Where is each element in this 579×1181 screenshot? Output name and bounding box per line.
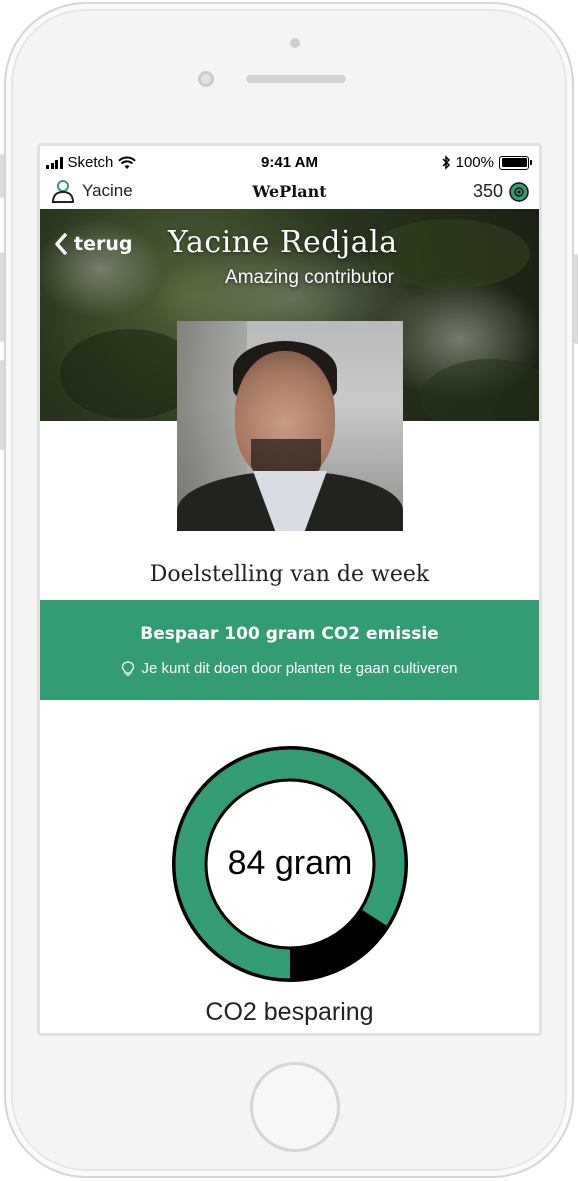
power-button <box>574 254 578 344</box>
battery-percent: 100% <box>455 154 494 171</box>
points-value: 350 <box>472 181 503 201</box>
earpiece-speaker <box>246 75 346 83</box>
front-camera <box>290 38 300 48</box>
goal-banner: Bespaar 100 gram CO2 emissie Je kunt dit… <box>40 600 539 700</box>
goal-main-text: Bespaar 100 gram CO2 emissie <box>140 624 439 644</box>
home-button[interactable] <box>250 1062 340 1152</box>
co2-label: CO2 besparing <box>205 998 374 1026</box>
proximity-sensor <box>198 71 214 87</box>
volume-up-button <box>0 252 4 342</box>
profile-subtitle: Amazing contributor <box>225 267 394 288</box>
lightbulb-icon <box>122 660 135 676</box>
co2-value: 84 gram <box>227 844 353 882</box>
status-right: 100% <box>441 154 532 171</box>
status-bar: Sketch 9:41 AM 100% <box>40 146 539 178</box>
goal-tip: Je kunt dit doen door planten te gaan cu… <box>40 660 539 677</box>
back-label: terug <box>74 233 133 255</box>
mute-switch <box>0 154 4 198</box>
avatar <box>177 321 403 531</box>
app-title: WePlant <box>252 182 327 201</box>
battery-icon <box>499 155 532 170</box>
goal-tip-text: Je kunt dit doen door planten te gaan cu… <box>141 660 458 677</box>
app-navbar: Yacine WePlant 350 <box>40 176 539 210</box>
app-screen: Sketch 9:41 AM 100% Yacine WePlant 350 t… <box>37 143 542 1036</box>
chevron-left-icon <box>55 233 67 255</box>
back-button[interactable]: terug <box>54 233 132 255</box>
volume-down-button <box>0 360 4 450</box>
profile-name: Yacine Redjala <box>168 225 398 260</box>
coin-icon <box>509 181 529 202</box>
nav-points[interactable]: 350 <box>473 181 529 202</box>
goal-heading: Doelstelling van de week <box>149 562 430 587</box>
bluetooth-icon <box>442 155 450 170</box>
co2-progress-ring: 84 gram <box>172 746 408 982</box>
